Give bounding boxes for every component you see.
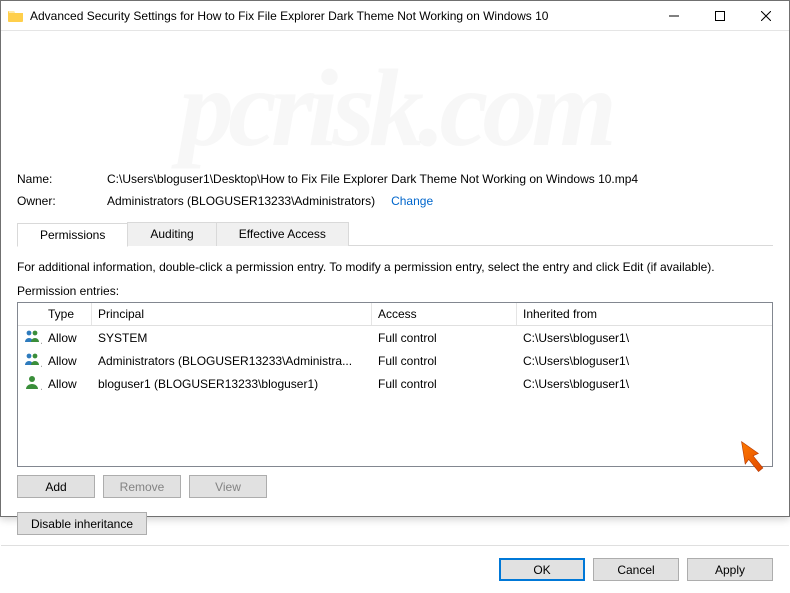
cell-access: Full control	[372, 330, 517, 346]
cell-principal: bloguser1 (BLOGUSER13233\bloguser1)	[92, 376, 372, 392]
window-title: Advanced Security Settings for How to Fi…	[30, 9, 651, 23]
view-button[interactable]: View	[189, 475, 267, 498]
name-row: Name: C:\Users\bloguser1\Desktop\How to …	[17, 172, 773, 186]
name-label: Name:	[17, 172, 101, 186]
table-row[interactable]: Allowbloguser1 (BLOGUSER13233\bloguser1)…	[18, 372, 772, 395]
header-type[interactable]: Type	[42, 303, 92, 325]
permission-entries-list[interactable]: Type Principal Access Inherited from All…	[17, 302, 773, 467]
owner-row: Owner: Administrators (BLOGUSER13233\Adm…	[17, 194, 773, 208]
window-controls	[651, 1, 789, 30]
cancel-button[interactable]: Cancel	[593, 558, 679, 581]
tab-auditing[interactable]: Auditing	[127, 222, 216, 246]
close-button[interactable]	[743, 1, 789, 31]
table-row[interactable]: AllowAdministrators (BLOGUSER13233\Admin…	[18, 349, 772, 372]
cell-principal: SYSTEM	[92, 330, 372, 346]
tabstrip: Permissions Auditing Effective Access	[17, 222, 773, 246]
cell-access: Full control	[372, 353, 517, 369]
cell-type: Allow	[42, 330, 92, 346]
apply-button[interactable]: Apply	[687, 558, 773, 581]
cell-access: Full control	[372, 376, 517, 392]
cell-inherited: C:\Users\bloguser1\	[517, 353, 772, 369]
cell-type: Allow	[42, 376, 92, 392]
name-value: C:\Users\bloguser1\Desktop\How to Fix Fi…	[107, 172, 638, 186]
header-inherited[interactable]: Inherited from	[517, 303, 772, 325]
entries-label: Permission entries:	[17, 284, 773, 298]
entry-buttons: Add Remove View	[17, 475, 773, 498]
tab-effective-access[interactable]: Effective Access	[216, 222, 349, 246]
tab-permissions[interactable]: Permissions	[17, 223, 128, 247]
change-owner-link[interactable]: Change	[391, 194, 433, 208]
instruction-text: For additional information, double-click…	[17, 260, 773, 274]
principal-icon	[18, 350, 42, 371]
header-principal[interactable]: Principal	[92, 303, 372, 325]
add-button[interactable]: Add	[17, 475, 95, 498]
cell-principal: Administrators (BLOGUSER13233\Administra…	[92, 353, 372, 369]
header-access[interactable]: Access	[372, 303, 517, 325]
owner-label: Owner:	[17, 194, 101, 208]
ok-button[interactable]: OK	[499, 558, 585, 581]
cell-inherited: C:\Users\bloguser1\	[517, 330, 772, 346]
list-header: Type Principal Access Inherited from	[18, 303, 772, 326]
dialog-footer: OK Cancel Apply	[1, 545, 789, 593]
minimize-button[interactable]	[651, 1, 697, 31]
security-settings-window: Advanced Security Settings for How to Fi…	[0, 0, 790, 517]
cell-inherited: C:\Users\bloguser1\	[517, 376, 772, 392]
dialog-content: pcrisk.com Name: C:\Users\bloguser1\Desk…	[1, 31, 789, 545]
titlebar: Advanced Security Settings for How to Fi…	[1, 1, 789, 31]
watermark: pcrisk.com	[17, 45, 773, 172]
maximize-button[interactable]	[697, 1, 743, 31]
header-icon-col[interactable]	[18, 303, 42, 325]
principal-icon	[18, 327, 42, 348]
cell-type: Allow	[42, 353, 92, 369]
inheritance-section: Disable inheritance	[17, 512, 773, 535]
disable-inheritance-button[interactable]: Disable inheritance	[17, 512, 147, 535]
folder-icon	[8, 8, 24, 24]
owner-value: Administrators (BLOGUSER13233\Administra…	[107, 194, 375, 208]
list-body: AllowSYSTEMFull controlC:\Users\bloguser…	[18, 326, 772, 395]
remove-button[interactable]: Remove	[103, 475, 181, 498]
table-row[interactable]: AllowSYSTEMFull controlC:\Users\bloguser…	[18, 326, 772, 349]
principal-icon	[18, 373, 42, 394]
